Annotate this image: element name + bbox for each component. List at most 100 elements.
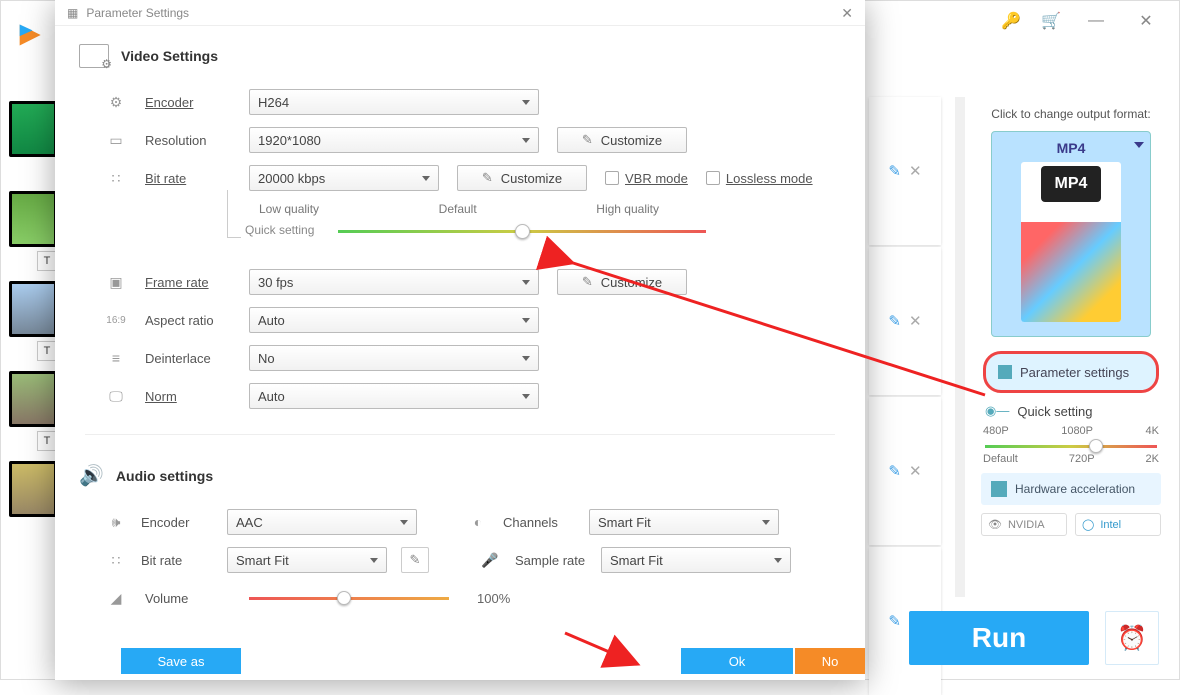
output-format-selector[interactable]: MP4 MP4 xyxy=(991,131,1151,337)
bitrate-label[interactable]: Bit rate xyxy=(145,171,231,186)
dialog-title: Parameter Settings xyxy=(86,0,189,26)
chevron-down-icon xyxy=(422,176,430,181)
channels-select[interactable]: Smart Fit xyxy=(589,509,779,535)
vbr-checkbox[interactable]: VBR mode xyxy=(605,171,688,186)
save-as-button[interactable]: Save as xyxy=(121,648,241,674)
bitrate-select[interactable]: 20000 kbps xyxy=(249,165,439,191)
remove-icon[interactable]: ✕ xyxy=(909,462,922,480)
norm-select[interactable]: Auto xyxy=(249,383,539,409)
parameter-settings-button[interactable]: Parameter settings xyxy=(983,351,1159,393)
sliders-icon: ◉— xyxy=(985,403,1009,419)
bitrate-icon: ∷ xyxy=(105,169,127,187)
slider-thumb[interactable] xyxy=(515,224,530,239)
pencil-icon: ✎ xyxy=(482,170,493,186)
resolution-icon: ▭ xyxy=(105,131,127,149)
video-form: ⚙ Encoder H264 ▭ Resolution 1920*1080 ✎C… xyxy=(55,88,865,410)
scrollbar[interactable] xyxy=(955,97,965,597)
thumb-badge: T xyxy=(37,341,57,361)
output-panel: Click to change output format: MP4 MP4 P… xyxy=(971,97,1171,597)
quality-slider[interactable] xyxy=(338,220,706,244)
audio-encoder-label: Encoder xyxy=(141,515,213,530)
video-section-title: Video Settings xyxy=(121,48,218,64)
resolution-label: Resolution xyxy=(145,133,231,148)
quick-setting-header: ◉— Quick setting xyxy=(985,403,1157,419)
encoder-label[interactable]: Encoder xyxy=(145,95,231,110)
hardware-accel-toggle[interactable]: Hardware acceleration xyxy=(981,473,1161,505)
chevron-down-icon xyxy=(370,558,378,563)
audio-encoder-select[interactable]: AAC xyxy=(227,509,417,535)
audio-section-header: 🔊 Audio settings xyxy=(55,459,865,498)
audio-settings-icon: 🔊 xyxy=(79,463,104,488)
volume-label: Volume xyxy=(145,591,231,606)
nvidia-option[interactable]: 👁NVIDIA xyxy=(981,513,1067,536)
edit-icon[interactable]: ✎ xyxy=(888,162,901,180)
mp4-badge: MP4 xyxy=(1041,166,1101,202)
minimize-button[interactable]: — xyxy=(1081,6,1111,36)
edit-icon[interactable]: ✎ xyxy=(888,612,901,630)
samplerate-select[interactable]: Smart Fit xyxy=(601,547,791,573)
audio-section-title: Audio settings xyxy=(116,468,213,484)
lossless-checkbox[interactable]: Lossless mode xyxy=(706,171,813,186)
schedule-button[interactable]: ⏰ xyxy=(1105,611,1159,665)
encoder-icon: ⚙ xyxy=(105,93,127,111)
nvidia-icon: 👁 xyxy=(988,518,1002,531)
slider-thumb[interactable] xyxy=(337,591,351,605)
clip-thumb[interactable] xyxy=(9,101,59,181)
chevron-down-icon xyxy=(400,520,408,525)
deinterlace-select[interactable]: No xyxy=(249,345,539,371)
dialog-titlebar: ▦ Parameter Settings ✕ xyxy=(55,0,865,26)
remove-icon[interactable]: ✕ xyxy=(909,312,922,330)
edit-icon[interactable]: ✎ xyxy=(888,462,901,480)
pencil-icon: ✎ xyxy=(582,132,593,148)
resolution-customize-button[interactable]: ✎Customize xyxy=(557,127,687,153)
aspect-select[interactable]: Auto xyxy=(249,307,539,333)
chevron-down-icon xyxy=(522,280,530,285)
parameter-settings-label: Parameter settings xyxy=(1020,365,1129,380)
quick-setting-label: Quick setting xyxy=(1017,404,1092,419)
cart-icon[interactable]: 🛒 xyxy=(1041,11,1061,31)
chip-icon xyxy=(991,481,1007,497)
framerate-label[interactable]: Frame rate xyxy=(145,275,231,290)
app-logo-icon xyxy=(15,21,43,49)
key-icon[interactable]: 🔑 xyxy=(1001,11,1021,31)
volume-slider[interactable] xyxy=(249,588,449,608)
chevron-down-icon xyxy=(522,100,530,105)
intel-icon: ◯ xyxy=(1082,518,1094,531)
resolution-select[interactable]: 1920*1080 xyxy=(249,127,539,153)
edit-icon[interactable]: ✎ xyxy=(888,312,901,330)
framerate-icon: ▣ xyxy=(105,273,127,291)
no-button[interactable]: No xyxy=(795,648,865,674)
ok-button[interactable]: Ok xyxy=(681,648,793,674)
bitrate-customize-button[interactable]: ✎Customize xyxy=(457,165,587,191)
thumb-badge: T xyxy=(37,251,57,271)
dialog-close-button[interactable]: ✕ xyxy=(841,0,853,26)
clip-thumb[interactable]: T xyxy=(9,281,59,361)
norm-label[interactable]: Norm xyxy=(145,389,231,404)
framerate-customize-button[interactable]: ✎Customize xyxy=(557,269,687,295)
item-card: ✎✕ xyxy=(869,97,941,245)
intel-option[interactable]: ◯Intel xyxy=(1075,513,1161,536)
pencil-icon: ✎ xyxy=(582,274,593,290)
format-label: MP4 xyxy=(1000,140,1142,156)
chevron-down-icon xyxy=(522,394,530,399)
audio-bitrate-edit-button[interactable]: ✎ xyxy=(401,547,429,573)
audio-bitrate-select[interactable]: Smart Fit xyxy=(227,547,387,573)
framerate-select[interactable]: 30 fps xyxy=(249,269,539,295)
slider-thumb[interactable] xyxy=(1089,439,1103,453)
chevron-down-icon xyxy=(762,520,770,525)
encoder-select[interactable]: H264 xyxy=(249,89,539,115)
close-button[interactable]: ✕ xyxy=(1131,6,1161,36)
remove-icon[interactable]: ✕ xyxy=(909,162,922,180)
dialog-footer: Save as Ok No xyxy=(55,648,865,680)
audio-bitrate-icon: ∷ xyxy=(105,551,127,569)
clip-thumb[interactable] xyxy=(9,461,59,541)
chevron-down-icon xyxy=(522,318,530,323)
run-button[interactable]: Run xyxy=(909,611,1089,665)
clip-thumb[interactable]: T xyxy=(9,371,59,451)
item-card: ✎✕ xyxy=(869,397,941,545)
chevron-down-icon xyxy=(522,356,530,361)
chevron-down-icon xyxy=(1134,142,1144,148)
video-section-header: Video Settings xyxy=(55,26,865,78)
quick-setting-slider[interactable]: 480P1080P4K Default720P2K xyxy=(983,425,1159,465)
clip-thumb[interactable]: T xyxy=(9,191,59,271)
